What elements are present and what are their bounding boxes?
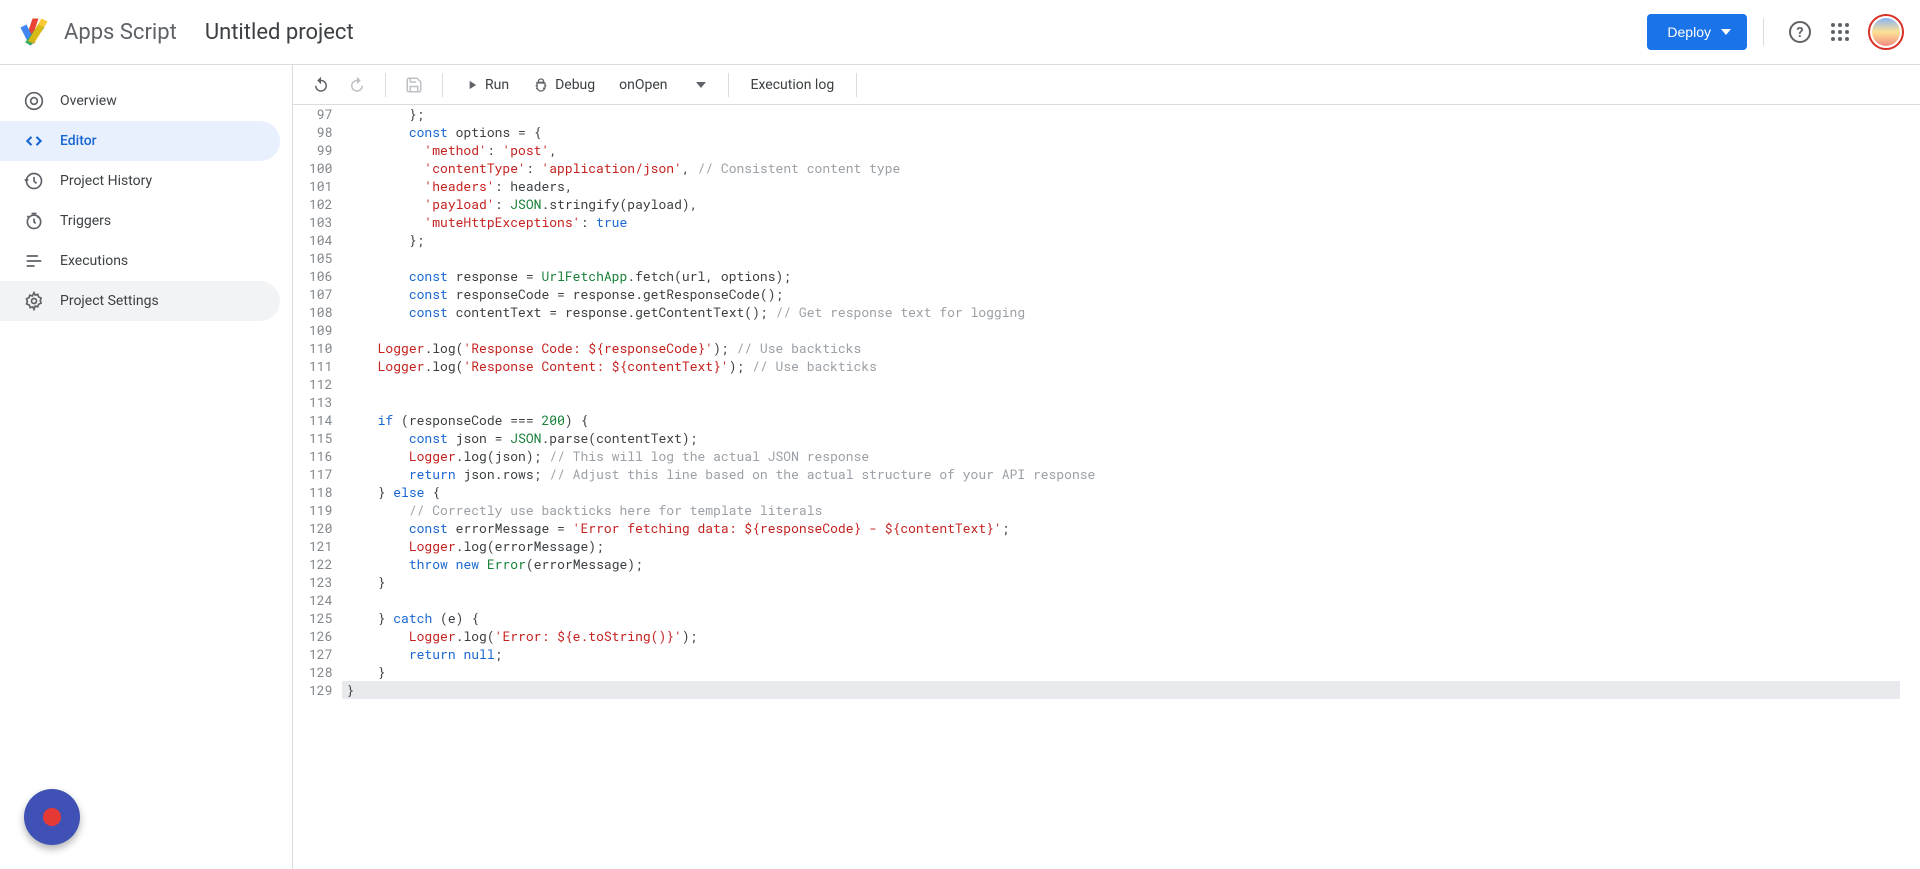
editor-toolbar: Run Debug onOpen Execution log xyxy=(293,65,1920,105)
editor-area: Run Debug onOpen Execution log 979899100… xyxy=(292,65,1920,869)
deploy-button[interactable]: Deploy xyxy=(1647,14,1747,50)
code-line[interactable]: } else { xyxy=(342,483,1900,501)
function-select[interactable]: onOpen xyxy=(609,77,715,93)
code-line[interactable] xyxy=(342,375,1900,393)
record-fab[interactable] xyxy=(24,789,80,845)
sidebar-item-settings[interactable]: Project Settings xyxy=(0,281,280,321)
execution-log-button[interactable]: Execution log xyxy=(741,69,845,101)
chevron-down-icon xyxy=(696,82,706,88)
overview-icon xyxy=(24,91,44,111)
divider xyxy=(728,73,729,97)
history-icon xyxy=(24,171,44,191)
main: Overview Editor Project History Triggers Exe… xyxy=(0,65,1920,869)
debug-button[interactable]: Debug xyxy=(523,69,605,101)
settings-icon xyxy=(24,291,44,311)
triggers-icon xyxy=(24,211,44,231)
code-line[interactable]: } xyxy=(342,663,1900,681)
code-line[interactable]: } catch (e) { xyxy=(342,609,1900,627)
code-editor[interactable]: 9798991001011021031041051061071081091101… xyxy=(293,105,1920,869)
nav-label: Overview xyxy=(60,93,117,109)
apps-button[interactable] xyxy=(1820,12,1860,52)
code-line[interactable]: const responseCode = response.getRespons… xyxy=(342,285,1900,303)
bug-icon xyxy=(533,77,549,93)
save-icon xyxy=(405,76,423,94)
run-label: Run xyxy=(485,77,509,93)
logo-area: Apps Script xyxy=(16,14,177,50)
sidebar-item-executions[interactable]: Executions xyxy=(0,241,280,281)
sidebar-item-triggers[interactable]: Triggers xyxy=(0,201,280,241)
play-icon xyxy=(465,78,479,92)
code-line[interactable]: if (responseCode === 200) { xyxy=(342,411,1900,429)
line-gutter: 9798991001011021031041051061071081091101… xyxy=(293,105,342,869)
divider xyxy=(856,73,857,97)
code-line[interactable]: return json.rows; // Adjust this line ba… xyxy=(342,465,1900,483)
nav-label: Triggers xyxy=(60,213,111,229)
code-line[interactable]: 'muteHttpExceptions': true xyxy=(342,213,1900,231)
code-line[interactable]: 'contentType': 'application/json', // Co… xyxy=(342,159,1900,177)
code-line[interactable]: const response = UrlFetchApp.fetch(url, … xyxy=(342,267,1900,285)
code-line[interactable]: Logger.log(errorMessage); xyxy=(342,537,1900,555)
code-line[interactable] xyxy=(342,393,1900,411)
code-line[interactable]: Logger.log('Response Content: ${contentT… xyxy=(342,357,1900,375)
apps-script-logo-icon xyxy=(16,14,52,50)
code-line[interactable]: throw new Error(errorMessage); xyxy=(342,555,1900,573)
nav-label: Editor xyxy=(60,133,97,149)
svg-text:?: ? xyxy=(1797,25,1804,41)
undo-button[interactable] xyxy=(305,69,337,101)
divider xyxy=(1763,18,1764,46)
code-line[interactable]: 'payload': JSON.stringify(payload), xyxy=(342,195,1900,213)
code-line[interactable]: // Correctly use backticks here for temp… xyxy=(342,501,1900,519)
executions-icon xyxy=(24,251,44,271)
code-line[interactable]: } xyxy=(342,573,1900,591)
help-icon: ? xyxy=(1788,20,1812,44)
code-line[interactable]: Logger.log(json); // This will log the a… xyxy=(342,447,1900,465)
debug-label: Debug xyxy=(555,77,595,93)
code-line[interactable]: return null; xyxy=(342,645,1900,663)
undo-icon xyxy=(312,76,330,94)
divider xyxy=(385,73,386,97)
code-line[interactable] xyxy=(342,249,1900,267)
header: Apps Script Untitled project Deploy ? xyxy=(0,0,1920,65)
function-selected: onOpen xyxy=(619,77,667,93)
nav-label: Executions xyxy=(60,253,128,269)
code-line[interactable] xyxy=(342,591,1900,609)
code-line[interactable]: const options = { xyxy=(342,123,1900,141)
code-line[interactable]: const json = JSON.parse(contentText); xyxy=(342,429,1900,447)
code-line[interactable]: Logger.log('Response Code: ${responseCod… xyxy=(342,339,1900,357)
sidebar-item-history[interactable]: Project History xyxy=(0,161,280,201)
code-content[interactable]: }; const options = { 'method': 'post', '… xyxy=(342,105,1920,869)
code-line[interactable]: const contentText = response.getContentT… xyxy=(342,303,1900,321)
help-button[interactable]: ? xyxy=(1780,12,1820,52)
code-line[interactable]: 'method': 'post', xyxy=(342,141,1900,159)
redo-button[interactable] xyxy=(341,69,373,101)
app-name: Apps Script xyxy=(64,20,177,45)
execution-log-label: Execution log xyxy=(751,77,835,93)
redo-icon xyxy=(348,76,366,94)
sidebar-item-overview[interactable]: Overview xyxy=(0,81,280,121)
deploy-label: Deploy xyxy=(1667,24,1711,40)
code-line[interactable]: Logger.log('Error: ${e.toString()}'); xyxy=(342,627,1900,645)
divider xyxy=(442,73,443,97)
sidebar-item-editor[interactable]: Editor xyxy=(0,121,280,161)
code-line[interactable]: 'headers': headers, xyxy=(342,177,1900,195)
run-button[interactable]: Run xyxy=(455,69,519,101)
code-line[interactable] xyxy=(342,321,1900,339)
project-title[interactable]: Untitled project xyxy=(205,20,354,45)
code-line[interactable]: }; xyxy=(342,105,1900,123)
sidebar: Overview Editor Project History Triggers Exe… xyxy=(0,65,292,869)
account-avatar[interactable] xyxy=(1868,14,1904,50)
apps-grid-icon xyxy=(1830,22,1850,42)
nav-label: Project History xyxy=(60,173,152,189)
record-dot-icon xyxy=(43,808,61,826)
editor-icon xyxy=(24,131,44,151)
code-line[interactable]: } xyxy=(342,681,1900,699)
code-line[interactable]: }; xyxy=(342,231,1900,249)
chevron-down-icon xyxy=(1721,29,1731,35)
save-button[interactable] xyxy=(398,69,430,101)
nav-label: Project Settings xyxy=(60,293,159,309)
code-line[interactable]: const errorMessage = 'Error fetching dat… xyxy=(342,519,1900,537)
